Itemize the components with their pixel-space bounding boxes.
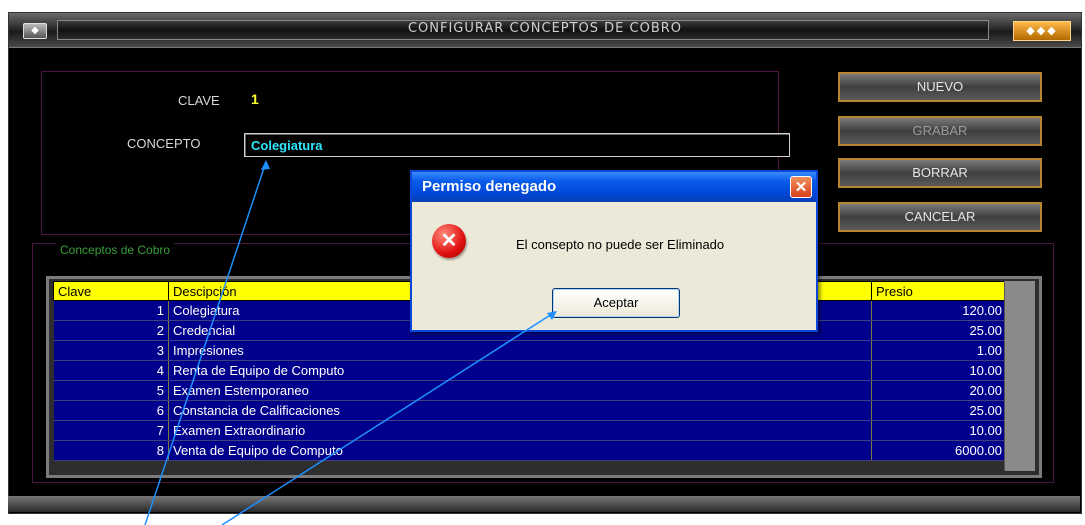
- dialog-title: Permiso denegado: [422, 178, 557, 195]
- table-row[interactable]: 3 Impresiones 1.00: [53, 340, 1007, 361]
- cell-descripcion: Venta de Equipo de Computo: [168, 440, 872, 461]
- cell-descripcion: Constancia de Calificaciones: [168, 400, 872, 421]
- window-title: CONFIGURAR CONCEPTOS DE COBRO: [407, 21, 683, 36]
- nuevo-button[interactable]: NUEVO: [838, 72, 1042, 102]
- clave-value: 1: [251, 91, 259, 107]
- error-icon: ✕: [432, 224, 466, 258]
- cell-precio: 20.00: [871, 380, 1007, 401]
- cell-precio: 25.00: [871, 400, 1007, 421]
- bottom-frame: [8, 496, 1080, 512]
- window-controls-icon[interactable]: ◆◆◆: [1013, 21, 1071, 41]
- cell-clave: 1: [53, 300, 169, 321]
- cell-clave: 7: [53, 420, 169, 441]
- cell-clave: 5: [53, 380, 169, 401]
- concepto-field[interactable]: Colegiatura: [244, 133, 790, 157]
- column-header-clave[interactable]: Clave: [53, 281, 169, 301]
- cell-precio: 120.00: [871, 300, 1007, 321]
- borrar-button[interactable]: BORRAR: [838, 158, 1042, 188]
- grabar-button[interactable]: GRABAR: [838, 116, 1042, 146]
- cancelar-button[interactable]: CANCELAR: [838, 202, 1042, 232]
- cell-clave: 4: [53, 360, 169, 381]
- aceptar-button[interactable]: Aceptar: [552, 288, 680, 318]
- dialog-title-bar[interactable]: Permiso denegado ✕: [412, 172, 816, 202]
- cell-precio: 25.00: [871, 320, 1007, 341]
- table-row[interactable]: 4 Renta de Equipo de Computo 10.00: [53, 360, 1007, 381]
- concepto-label: CONCEPTO: [127, 136, 201, 151]
- table-row[interactable]: 7 Examen Extraordinario 10.00: [53, 420, 1007, 441]
- table-row[interactable]: 6 Constancia de Calificaciones 25.00: [53, 400, 1007, 421]
- table-row[interactable]: 5 Examen Estemporaneo 20.00: [53, 380, 1007, 401]
- cell-precio: 1.00: [871, 340, 1007, 361]
- column-header-precio[interactable]: Presio: [871, 281, 1007, 301]
- cell-descripcion: Examen Estemporaneo: [168, 380, 872, 401]
- title-bar[interactable]: ◆ CONFIGURAR CONCEPTOS DE COBRO ◆◆◆: [9, 13, 1081, 48]
- cell-descripcion: Examen Extraordinario: [168, 420, 872, 441]
- cell-descripcion: Renta de Equipo de Computo: [168, 360, 872, 381]
- cell-clave: 8: [53, 440, 169, 461]
- cell-precio: 6000.00: [871, 440, 1007, 461]
- cell-clave: 2: [53, 320, 169, 341]
- clave-label: CLAVE: [178, 93, 220, 108]
- table-row[interactable]: 8 Venta de Equipo de Computo 6000.00: [53, 440, 1007, 461]
- grid-scrollbar[interactable]: [1004, 281, 1035, 471]
- conceptos-group-legend: Conceptos de Cobro: [56, 243, 175, 257]
- close-icon[interactable]: ✕: [790, 176, 812, 198]
- cell-precio: 10.00: [871, 420, 1007, 441]
- dialog-message: El consepto no puede ser Eliminado: [516, 237, 725, 252]
- cell-precio: 10.00: [871, 360, 1007, 381]
- permission-dialog: Permiso denegado ✕ ✕ El consepto no pued…: [410, 170, 818, 332]
- cell-clave: 6: [53, 400, 169, 421]
- cell-descripcion: Impresiones: [168, 340, 872, 361]
- cell-clave: 3: [53, 340, 169, 361]
